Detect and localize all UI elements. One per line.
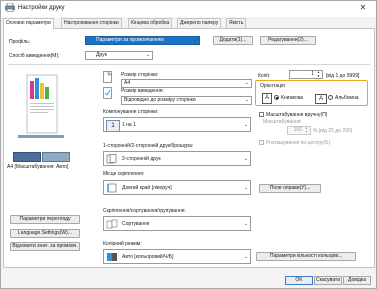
duplex-label: 1-сторонній/2-сторонній друк/брошура:: [103, 143, 194, 149]
view-settings-button[interactable]: Параметри перегляду: [10, 215, 80, 224]
window-title: Настройки друку: [18, 5, 65, 11]
page-size-select[interactable]: A4 ⌄: [121, 79, 252, 88]
tab-paper-source[interactable]: Джерело паперу: [177, 18, 222, 28]
binding-margin-button[interactable]: Поле оправи(У)...: [259, 184, 321, 193]
close-icon[interactable]: ✕: [357, 3, 369, 13]
tab-quality[interactable]: Якість: [226, 18, 247, 28]
duplex-value: 2-сторонній друк: [122, 156, 161, 162]
language-settings-button[interactable]: Language Settings(W)...: [10, 229, 80, 238]
collate-icon: [106, 219, 118, 229]
landscape-icon: A: [315, 94, 327, 104]
tab-basic-settings[interactable]: Основні параметри: [3, 18, 54, 29]
portrait-radio[interactable]: [274, 95, 279, 100]
output-size-icon: [103, 87, 112, 99]
ok-button[interactable]: OK: [285, 276, 313, 285]
add-profile-button[interactable]: Додати(1)...: [213, 36, 253, 45]
binding-label: Місце скріплення:: [103, 171, 145, 177]
chevron-down-icon: ⌄: [243, 156, 248, 162]
scaling-label: Масштабування:: [263, 119, 302, 125]
binding-value: Довгий край [ліворуч]: [122, 185, 172, 191]
output-size-label: Розмір виведення:: [121, 88, 164, 94]
color-mode-value: Авто [кольоровий/Ч/Б]: [122, 254, 174, 260]
color-count-settings-button[interactable]: Параметри кількості кольорів...: [256, 252, 356, 261]
output-method-value: Друк: [96, 52, 107, 58]
output-size-select[interactable]: Відповідно до розміру сторінки ⌄: [121, 96, 252, 105]
chevron-down-icon: ⌄: [244, 80, 249, 86]
spin-arrows-icon[interactable]: ▲ ▼: [316, 70, 321, 78]
color-mode-label: Колірний режим:: [103, 241, 142, 247]
tab-page-setup[interactable]: Настроювання сторінки: [61, 18, 122, 28]
preview-caption: A4 [Масштабування: Авто]: [7, 164, 69, 170]
tab-finishing[interactable]: Кінцева обробка: [128, 18, 173, 28]
profile-select[interactable]: Параметри за промовчанням ⌄: [85, 36, 200, 45]
restore-defaults-button[interactable]: Відновити знач. за промовч.: [10, 242, 80, 251]
page-preview: [18, 74, 64, 138]
cancel-button[interactable]: Скасувати: [314, 276, 342, 285]
landscape-radio[interactable]: [328, 95, 333, 100]
scaling-value: 100: [293, 127, 302, 133]
duplex-select[interactable]: 2-сторонній друк ⌄: [103, 151, 251, 166]
chevron-down-icon: ⌄: [243, 122, 248, 128]
chevron-down-icon: ⌄: [243, 221, 248, 227]
chevron-down-icon: ⌄: [243, 254, 248, 260]
profile-label: Профіль:: [9, 39, 31, 45]
portrait-icon: A: [262, 93, 272, 104]
scaling-input[interactable]: 100 ▲ ▼: [287, 126, 311, 135]
finishing-value: Сортування: [122, 221, 150, 227]
finishing-select[interactable]: Сортування ⌄: [103, 216, 251, 231]
center-placement-checkbox[interactable]: [259, 140, 264, 145]
page-layout-select[interactable]: 1 1 на 1 ⌄: [103, 117, 251, 132]
copies-label: Копії:: [258, 73, 271, 79]
layout-1on1-icon: 1: [106, 120, 120, 132]
page-layout-value: 1 на 1: [122, 122, 136, 128]
page-size-label: Розмір сторінки:: [121, 72, 159, 78]
help-button[interactable]: Довідка: [343, 276, 371, 285]
finishing-label: Скріплення/сортування/групування:: [103, 208, 186, 214]
main-panel: Профіль: Параметри за промовчанням ⌄ Дод…: [3, 28, 375, 268]
landscape-label: Альбомна: [335, 95, 359, 101]
output-method-label: Спосіб виведення(М):: [9, 53, 60, 59]
page-size-icon: [103, 71, 112, 83]
manual-scaling-label: Масштабування вручну(П): [266, 112, 328, 118]
output-method-select[interactable]: Друк ⌄: [85, 51, 153, 60]
device-preview-icon[interactable]: [42, 152, 70, 162]
page-layout-label: Компонування сторінки:: [103, 109, 159, 115]
printer-icon: [5, 3, 15, 12]
chevron-down-icon: ⌄: [243, 185, 248, 191]
spin-arrows-icon[interactable]: ▲ ▼: [304, 126, 309, 134]
chevron-down-icon: ⌄: [145, 52, 150, 58]
profile-value: Параметри за промовчанням: [96, 37, 164, 43]
divider: [8, 64, 370, 65]
portrait-label: Книжкова: [281, 95, 304, 101]
copies-range: [від 1 до 9999]: [326, 73, 360, 79]
binding-select[interactable]: Довгий край [ліворуч] ⌄: [103, 180, 251, 195]
chevron-down-icon: ⌄: [244, 97, 249, 103]
chevron-down-icon: ⌄: [192, 37, 197, 43]
preview-toolbar: [13, 152, 70, 162]
edit-profile-button[interactable]: Редагування(2)...: [260, 36, 316, 45]
page-size-value: A4: [124, 80, 131, 86]
orientation-label: Орієнтація: [260, 83, 285, 89]
binding-long-edge-icon: [107, 183, 117, 193]
color-mode-select[interactable]: Авто [кольоровий/Ч/Б] ⌄: [103, 249, 251, 264]
manual-scaling-checkbox[interactable]: [259, 112, 264, 117]
copies-input[interactable]: 1 ▲ ▼: [289, 70, 323, 79]
print-preview-icon[interactable]: [13, 152, 41, 162]
orientation-group: Орієнтація A Книжкова A Альбомна: [255, 80, 368, 106]
copies-value: 1: [311, 71, 314, 77]
scaling-range: % [від 25 до 200]: [313, 128, 353, 134]
duplex-icon: [106, 154, 117, 164]
color-auto-icon: [107, 253, 117, 261]
output-size-value: Відповідно до розміру сторінки: [124, 97, 196, 103]
center-placement-label: Розташування по центру(Б): [266, 140, 331, 146]
